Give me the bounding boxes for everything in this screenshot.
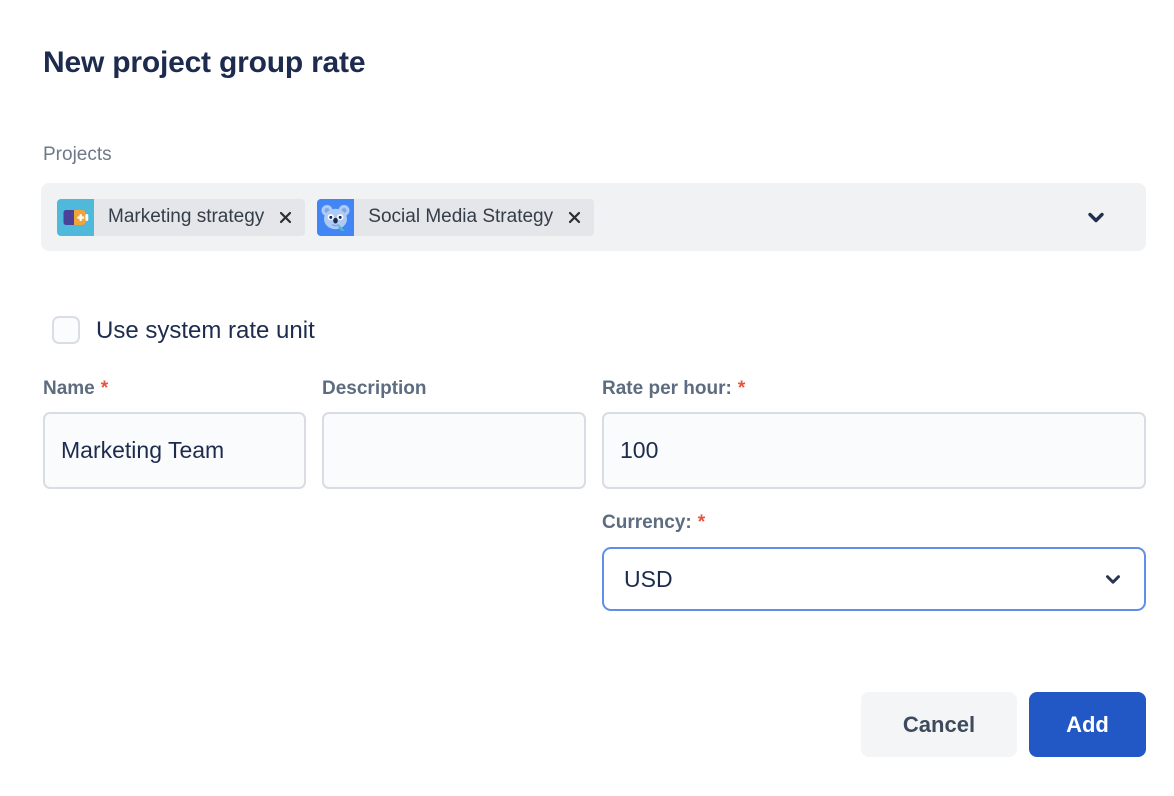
- currency-field-label: Currency:*: [602, 512, 705, 534]
- add-button[interactable]: Add: [1029, 692, 1146, 757]
- project-chip-marketing-strategy: Marketing strategy: [57, 199, 305, 236]
- remove-project-icon[interactable]: [562, 199, 586, 236]
- use-system-rate-unit-label: Use system rate unit: [96, 317, 315, 345]
- name-field[interactable]: [43, 412, 306, 489]
- currency-selected-value: USD: [624, 566, 673, 593]
- projects-field-label: Projects: [43, 144, 112, 166]
- koala-project-icon: [317, 199, 354, 236]
- rate-per-hour-field[interactable]: [602, 412, 1146, 489]
- required-asterisk: *: [698, 512, 705, 534]
- cancel-button[interactable]: Cancel: [861, 692, 1017, 757]
- new-project-group-rate-dialog: New project group rate Projects Marketin…: [0, 0, 1174, 796]
- rate-per-hour-field-label: Rate per hour:*: [602, 378, 745, 400]
- currency-select[interactable]: USD: [602, 547, 1146, 611]
- chevron-down-icon: [1084, 205, 1108, 229]
- description-field-label: Description: [322, 378, 427, 400]
- required-asterisk: *: [101, 378, 108, 400]
- projects-multiselect[interactable]: Marketing strategy: [41, 183, 1146, 251]
- required-asterisk: *: [738, 378, 745, 400]
- marketing-project-icon: [57, 199, 94, 236]
- project-chip-label: Marketing strategy: [94, 206, 273, 228]
- page-title: New project group rate: [43, 46, 365, 80]
- project-chip-social-media-strategy: Social Media Strategy: [317, 199, 594, 236]
- remove-project-icon[interactable]: [273, 199, 297, 236]
- description-field[interactable]: [322, 412, 586, 489]
- use-system-rate-unit-checkbox[interactable]: [52, 316, 80, 344]
- project-chip-label: Social Media Strategy: [354, 206, 562, 228]
- chevron-down-icon: [1102, 568, 1124, 590]
- name-field-label: Name*: [43, 378, 108, 400]
